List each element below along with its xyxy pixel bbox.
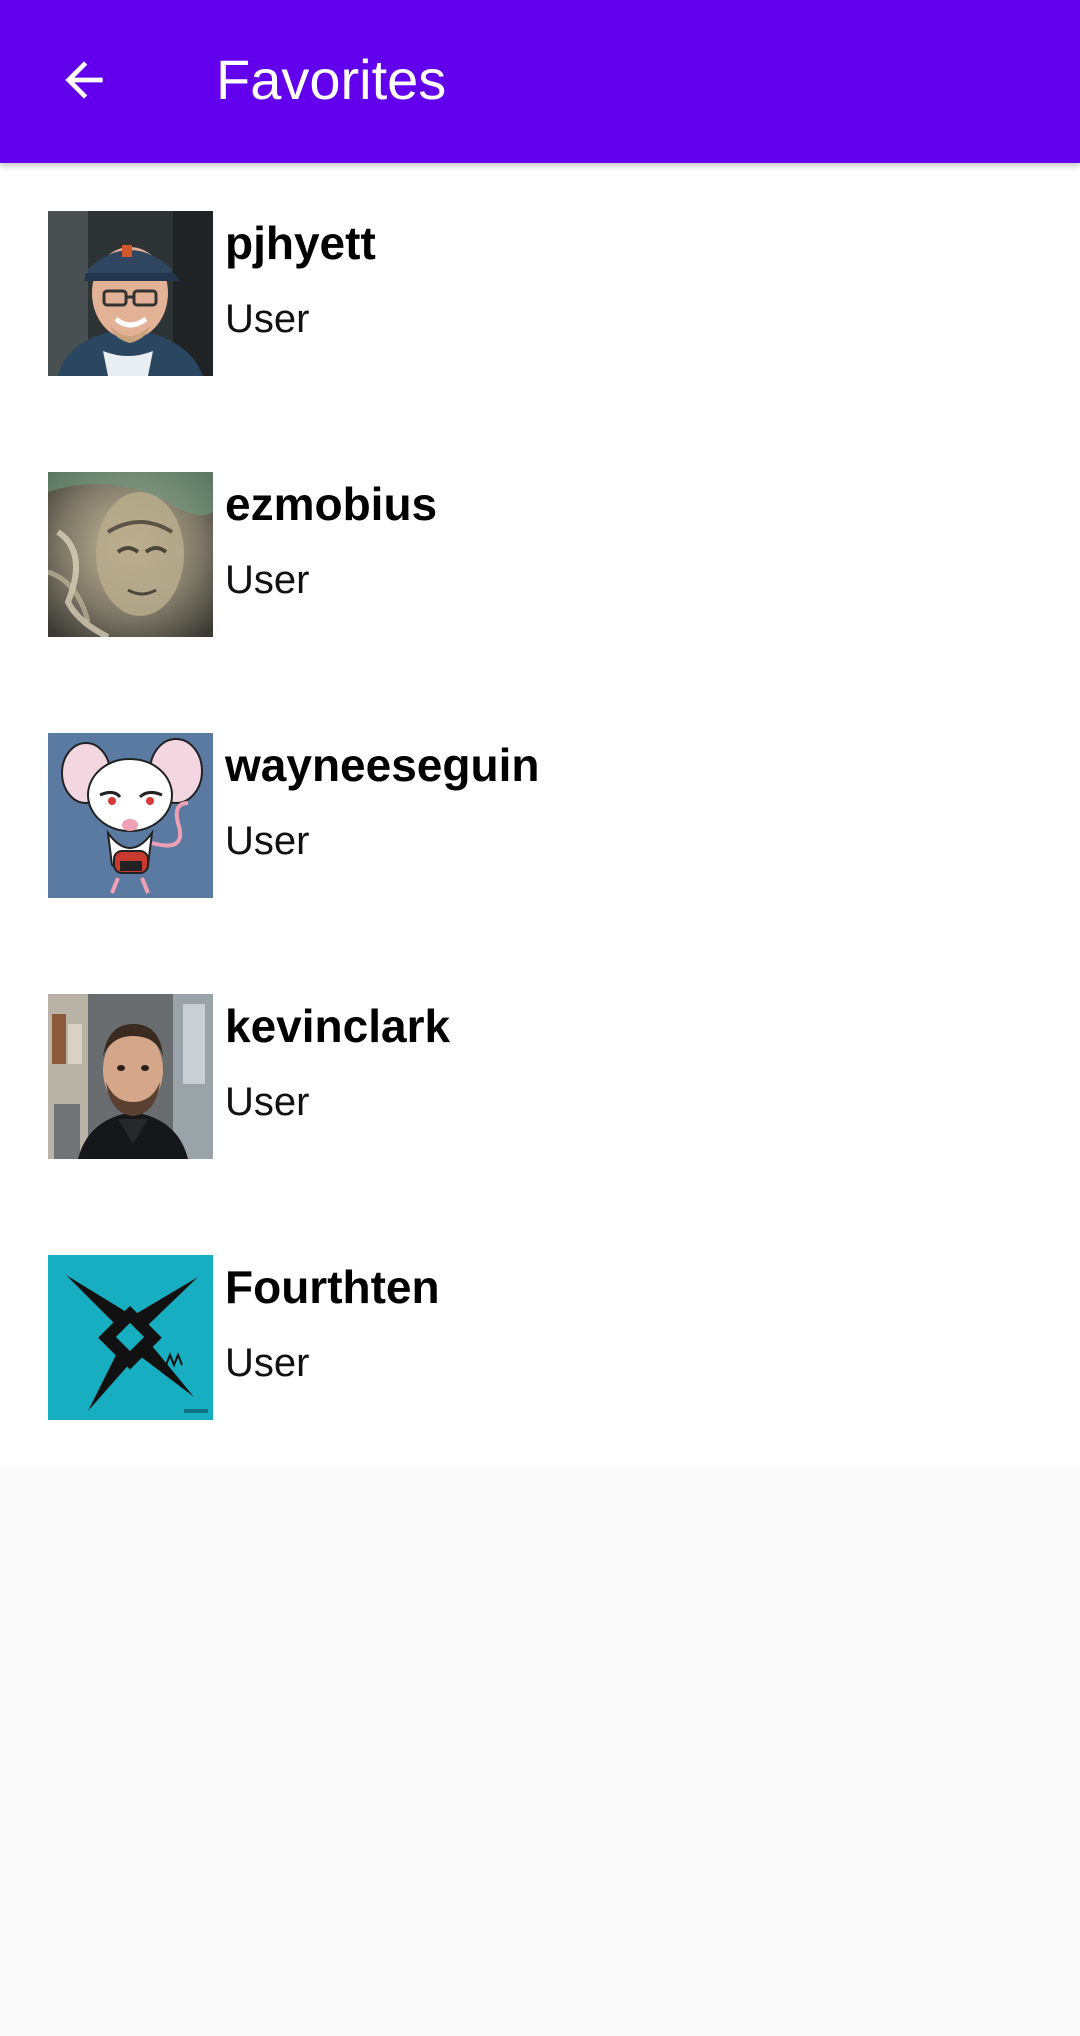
user-type: User: [225, 297, 310, 341]
username: Fourthten: [225, 1261, 440, 1313]
list-item[interactable]: pjhyett User: [0, 163, 1080, 424]
user-type: User: [225, 819, 310, 863]
app-bar: Favorites: [0, 0, 1080, 163]
username: pjhyett: [225, 217, 376, 269]
back-button[interactable]: [36, 36, 132, 124]
avatar: [48, 994, 213, 1159]
list-item[interactable]: Fourthten User: [0, 1207, 1080, 1468]
username: kevinclark: [225, 1000, 451, 1052]
user-type: User: [225, 1341, 310, 1385]
list-item[interactable]: wayneeseguin User: [0, 685, 1080, 946]
user-type: User: [225, 1080, 310, 1124]
avatar: [48, 1255, 213, 1420]
avatar: [48, 733, 213, 898]
username: wayneeseguin: [225, 739, 540, 791]
username: ezmobius: [225, 478, 438, 530]
avatar: [48, 472, 213, 637]
favorites-list: pjhyett User ezmobius User wayneeseguin …: [0, 163, 1080, 1467]
arrow-back-icon: [65, 61, 103, 99]
page-title: Favorites: [216, 48, 447, 111]
user-type: User: [225, 558, 310, 602]
list-item[interactable]: ezmobius User: [0, 424, 1080, 685]
list-item[interactable]: kevinclark User: [0, 946, 1080, 1207]
avatar: [48, 211, 213, 376]
